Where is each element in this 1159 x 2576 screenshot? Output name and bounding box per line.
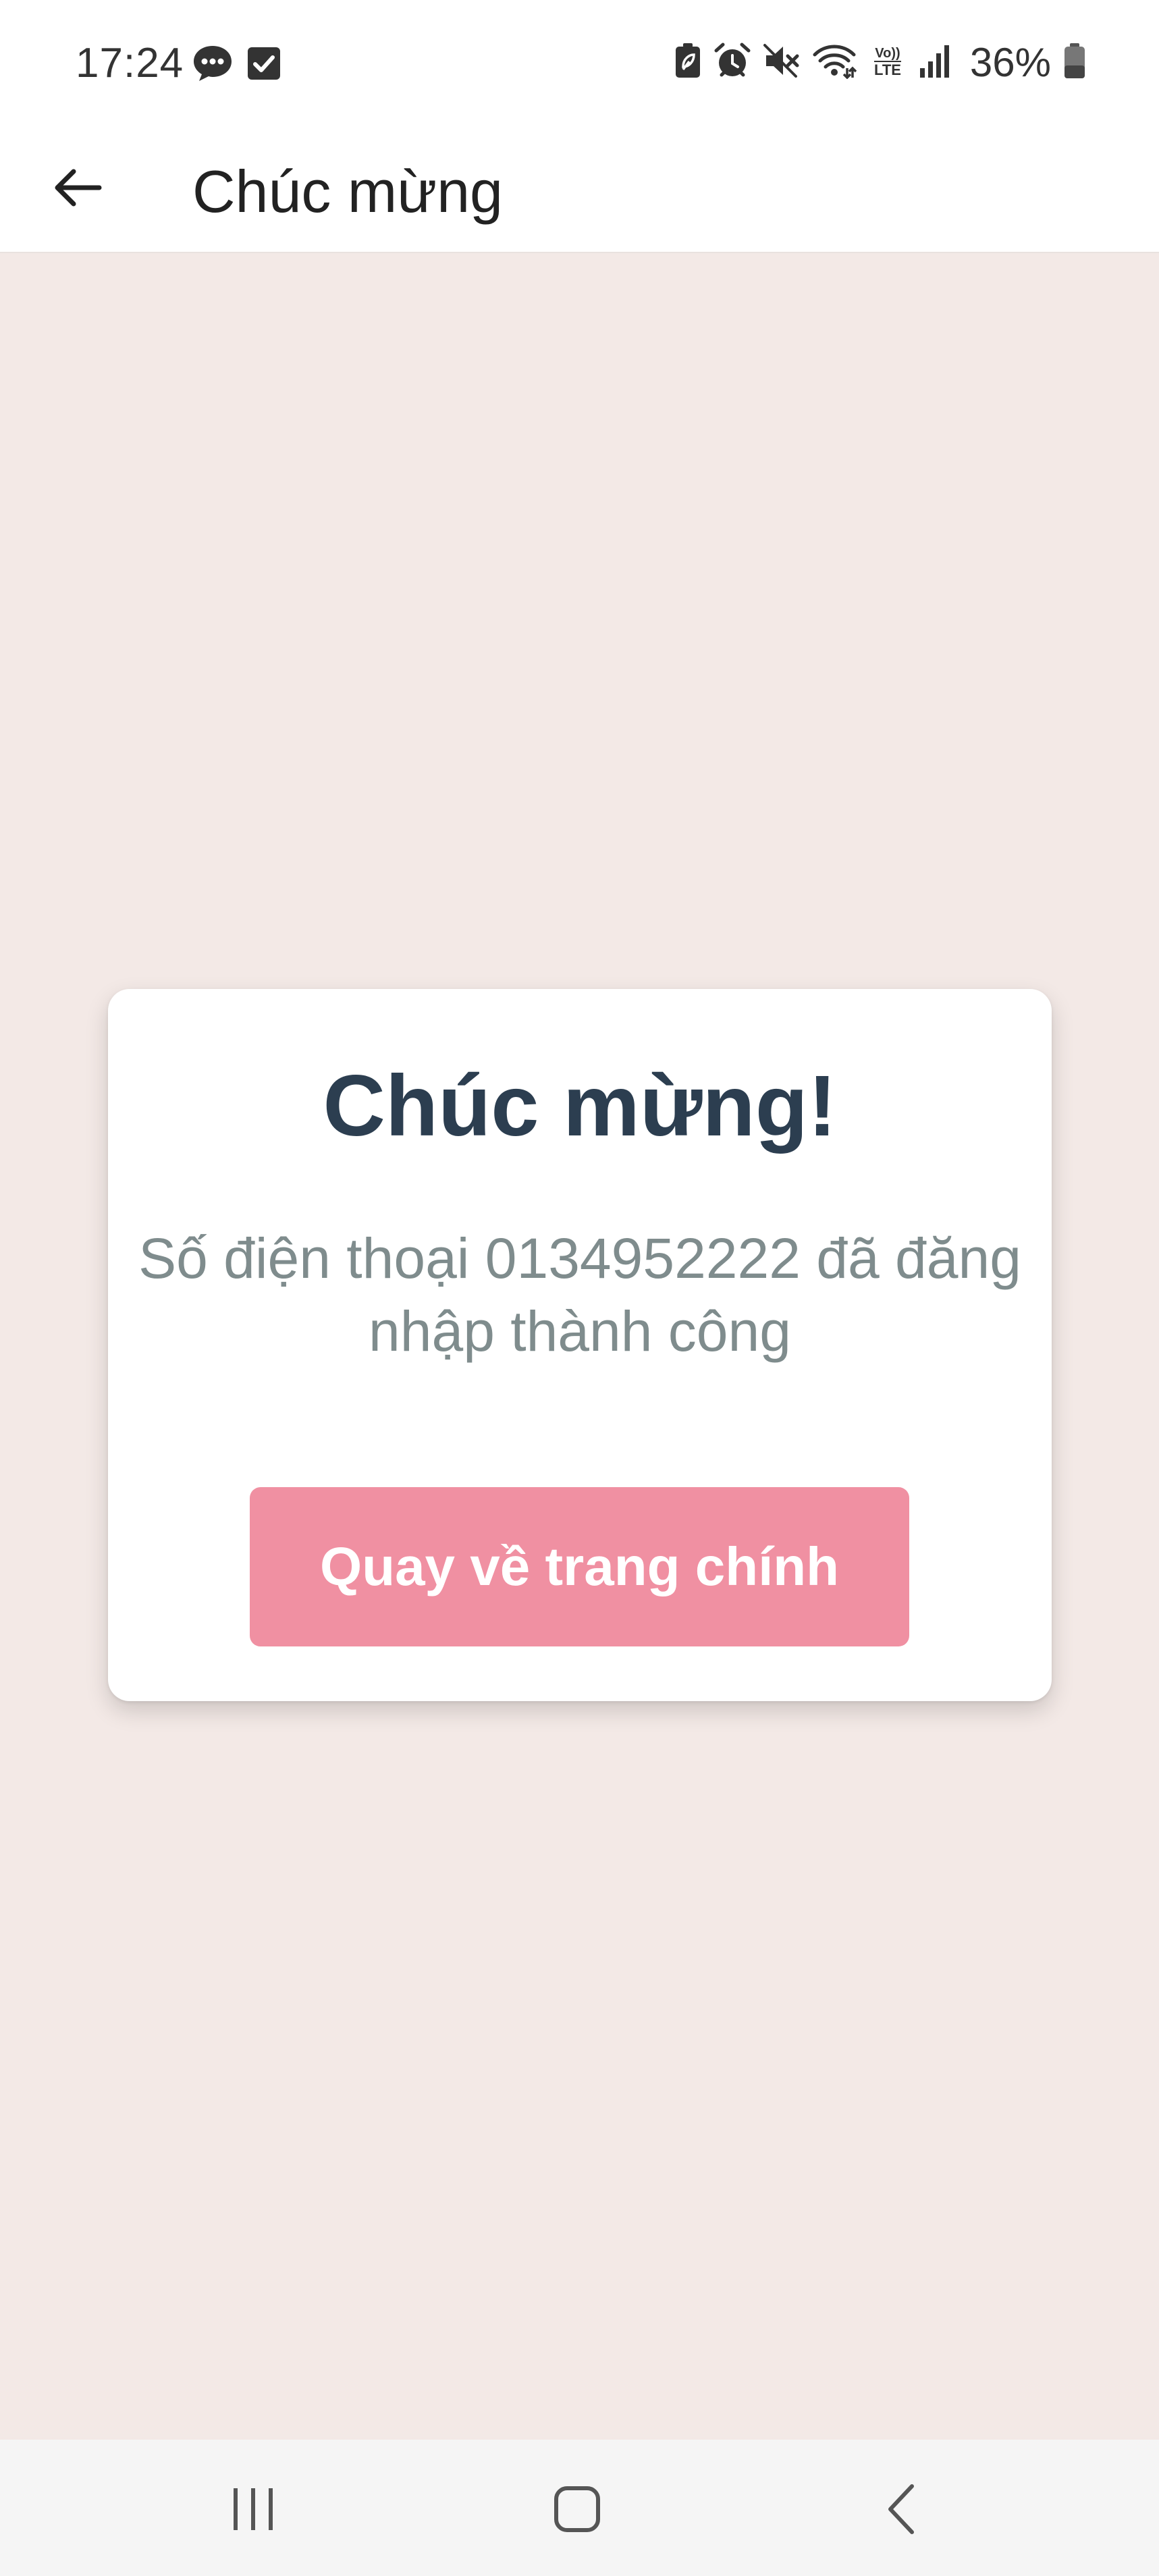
system-nav-bar (0, 2440, 1159, 2576)
svg-text:Vo)): Vo)) (875, 46, 900, 61)
wifi-icon (812, 43, 857, 82)
recent-apps-button[interactable] (199, 2467, 307, 2554)
back-icon (881, 2482, 921, 2540)
home-nav-button[interactable] (523, 2467, 631, 2554)
status-bar: 17:24 Vo)) LTE 36% (0, 0, 1159, 132)
alarm-icon (713, 43, 751, 82)
checkbox-icon (246, 46, 281, 84)
app-bar: Chúc mừng (0, 132, 1159, 253)
success-card: Chúc mừng! Số điện thoại 0134952222 đã đ… (108, 989, 1052, 1701)
status-right-icons: Vo)) LTE 36% (674, 39, 1086, 86)
card-message: Số điện thoại 0134952222 đã đăng nhập th… (138, 1227, 1021, 1363)
mute-icon (763, 43, 800, 82)
svg-text:LTE: LTE (874, 61, 901, 78)
return-home-button[interactable]: Quay về trang chính (250, 1487, 909, 1646)
status-time: 17:24 (76, 40, 184, 86)
battery-icon (1063, 43, 1086, 82)
chat-bubble-icon (192, 45, 233, 86)
page-title: Chúc mừng (192, 158, 503, 225)
card-title: Chúc mừng! (323, 1058, 837, 1154)
back-button[interactable] (37, 149, 118, 230)
back-nav-button[interactable] (847, 2467, 955, 2554)
recent-apps-icon (230, 2487, 277, 2535)
home-icon (553, 2485, 601, 2537)
battery-saver-icon (674, 43, 701, 82)
signal-icon (919, 43, 954, 82)
battery-percent: 36% (969, 40, 1051, 85)
status-left-icons (192, 45, 281, 86)
arrow-left-icon (51, 161, 105, 218)
volte-icon: Vo)) LTE (869, 43, 907, 82)
